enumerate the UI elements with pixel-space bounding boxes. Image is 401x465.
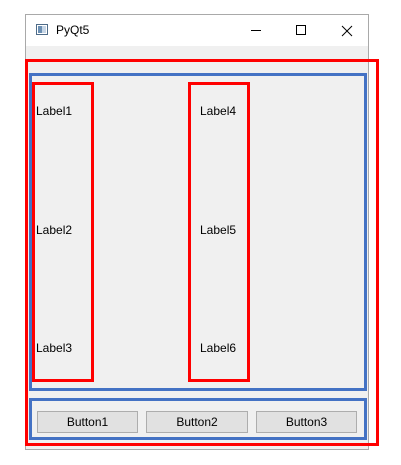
title-bar[interactable]: PyQt5 <box>26 15 368 46</box>
label-3: Label3 <box>36 341 73 355</box>
close-icon <box>341 25 353 37</box>
label-4: Label4 <box>200 104 237 118</box>
minimize-button[interactable] <box>232 15 278 46</box>
window-title: PyQt5 <box>56 23 90 37</box>
button-2[interactable]: Button2 <box>146 411 248 433</box>
button-1[interactable]: Button1 <box>37 411 138 433</box>
maximize-button[interactable] <box>278 15 324 46</box>
label-1: Label1 <box>36 104 73 118</box>
button-3[interactable]: Button3 <box>256 411 357 433</box>
close-button[interactable] <box>324 15 370 46</box>
label-5: Label5 <box>200 223 237 237</box>
label-6: Label6 <box>200 341 237 355</box>
label-2: Label2 <box>36 223 73 237</box>
app-icon <box>36 24 48 35</box>
